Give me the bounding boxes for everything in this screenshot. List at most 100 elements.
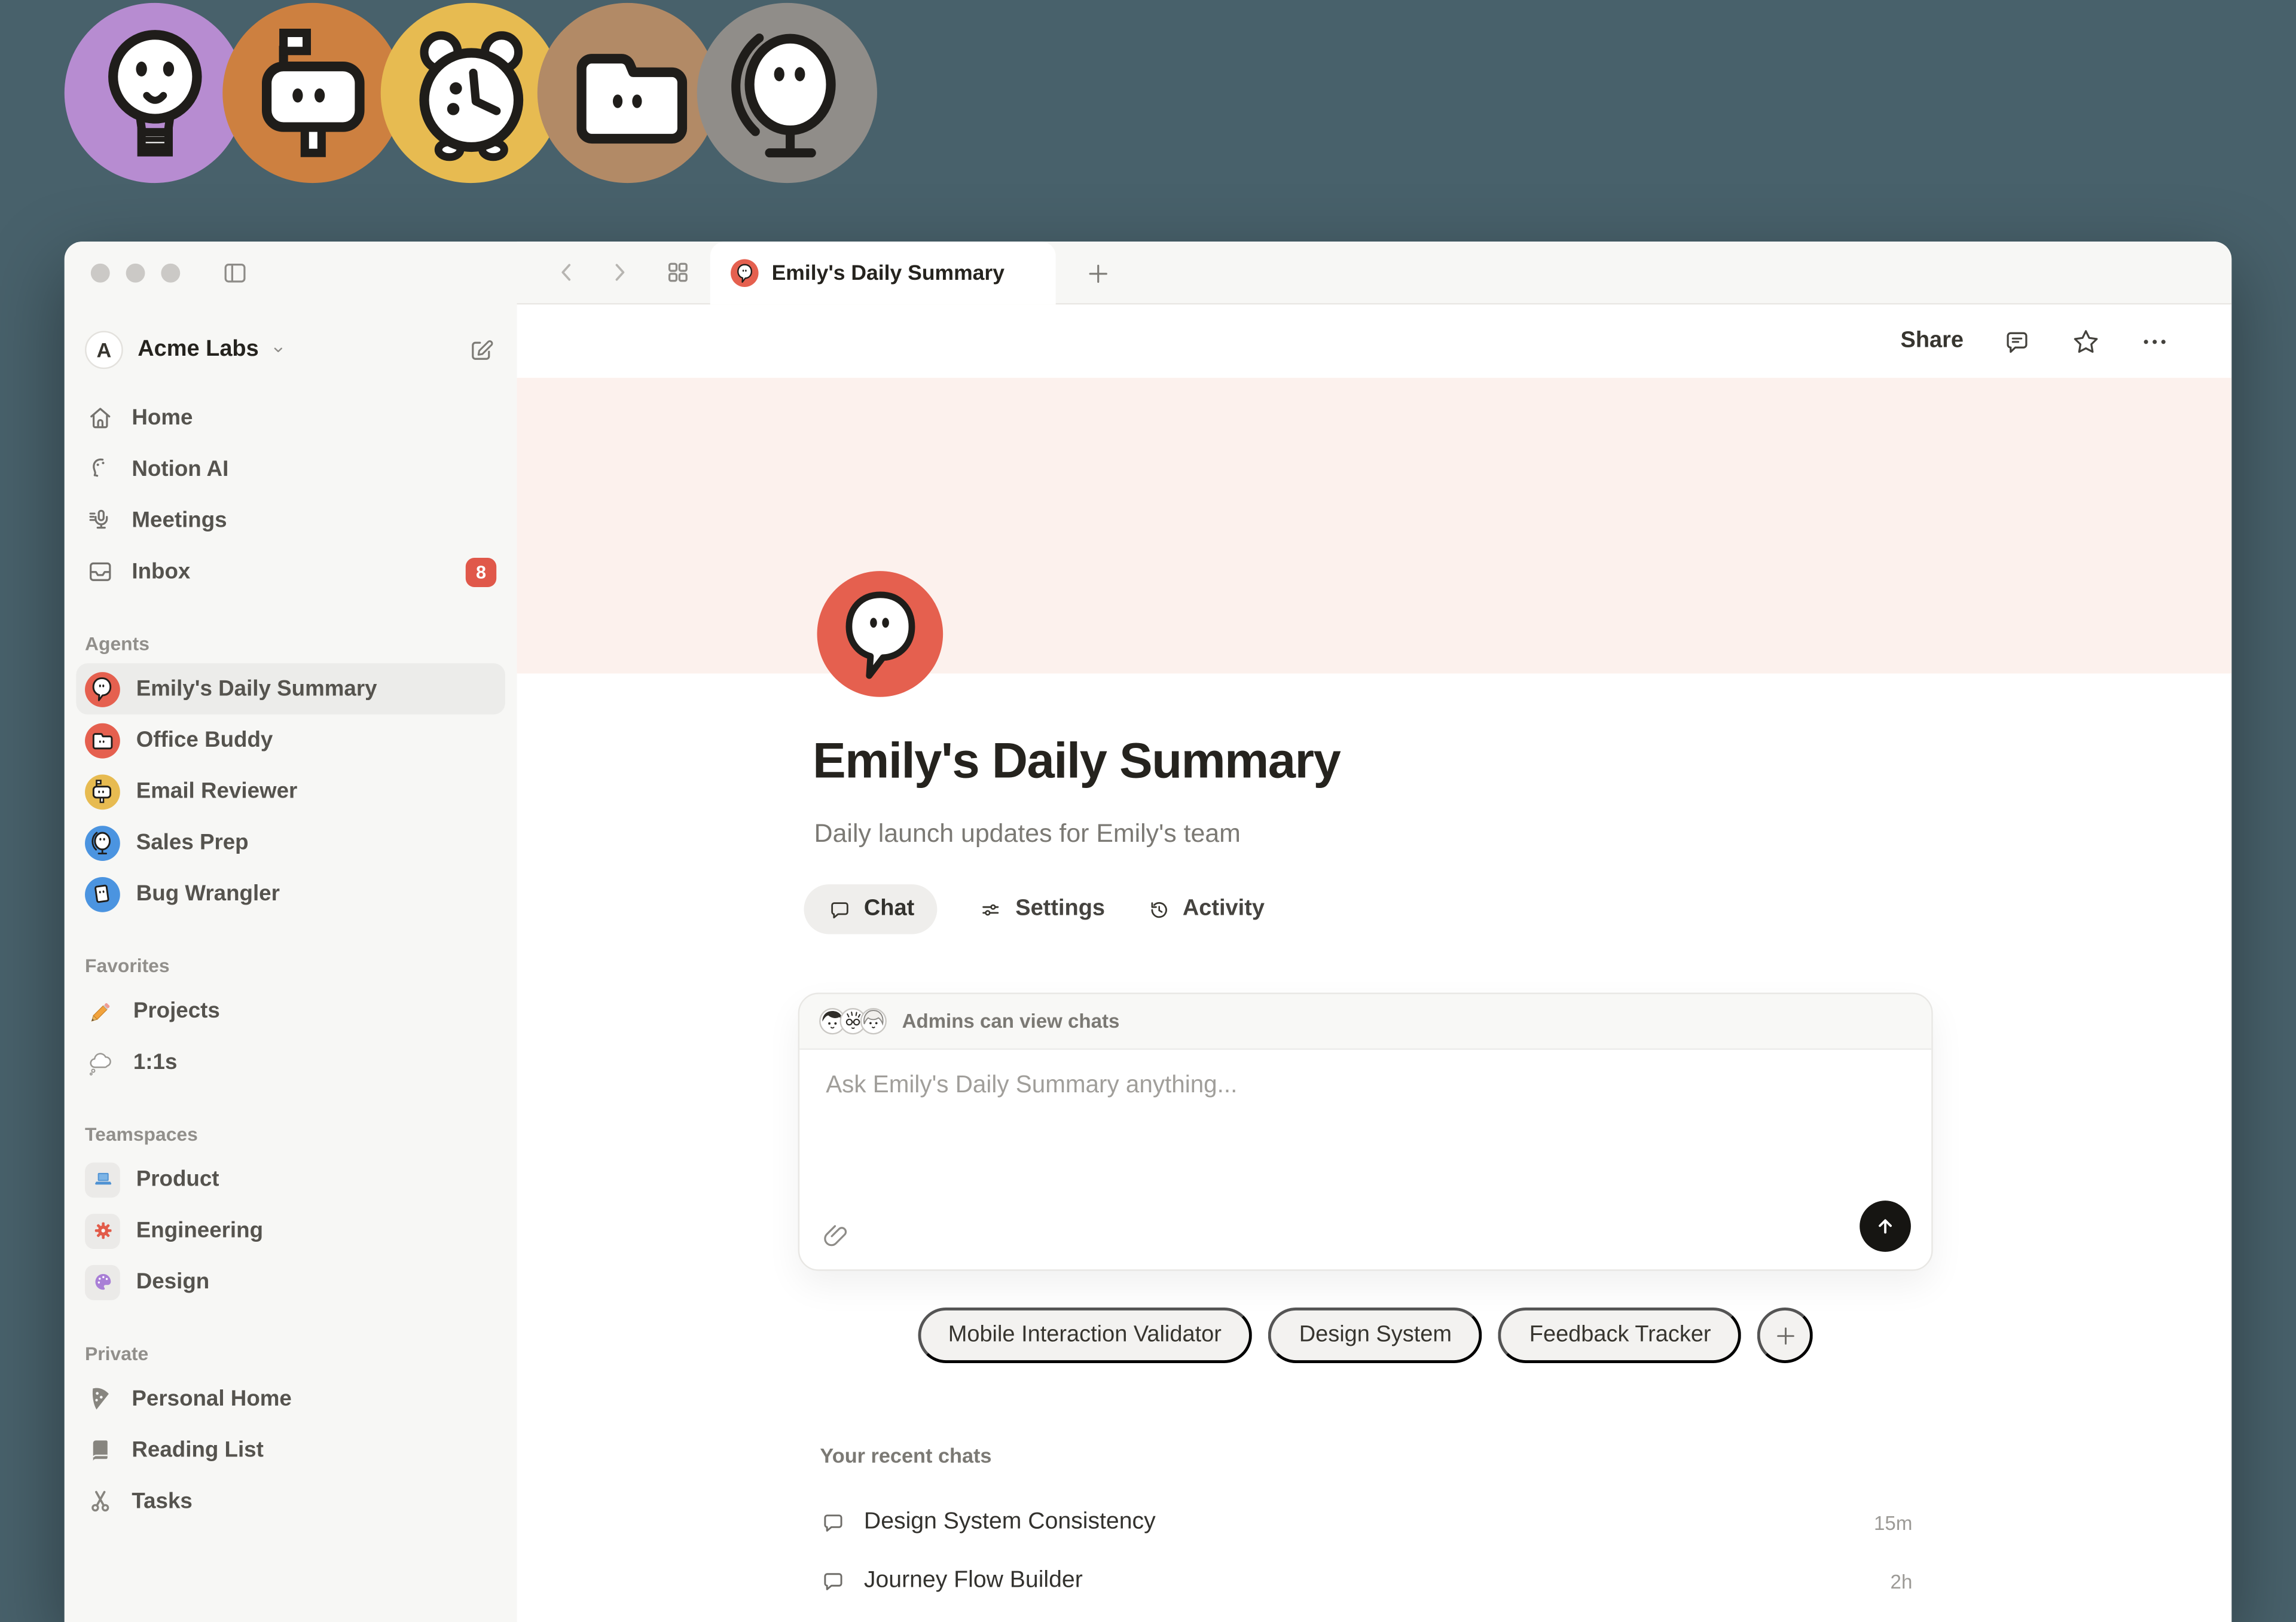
share-button[interactable]: Share xyxy=(1901,328,1964,355)
inbox-unread-badge: 8 xyxy=(466,557,496,587)
sidebar-item-label: Notion AI xyxy=(132,457,228,482)
chat-input[interactable] xyxy=(799,1050,1931,1184)
suggestion-chips: Mobile Interaction Validator Design Syst… xyxy=(798,1308,1933,1363)
recent-chat-row[interactable]: Journey Flow Builder 2h xyxy=(820,1553,1912,1609)
chat-input-zone xyxy=(799,1050,1931,1269)
folder-sticker xyxy=(538,3,718,183)
notion-window: A Acme Labs Home Notion AI xyxy=(65,242,2231,1622)
lightbulb-face-icon xyxy=(77,16,232,170)
chip-mobile-interaction-validator[interactable]: Mobile Interaction Validator xyxy=(917,1308,1252,1363)
recent-chat-time: 2h xyxy=(1891,1571,1913,1593)
page-cover[interactable] xyxy=(517,378,2231,674)
sidebar-toggle-icon[interactable] xyxy=(219,258,250,288)
scissors-icon xyxy=(85,1486,115,1517)
sidebar-item-label: Inbox xyxy=(132,560,190,585)
pizza-icon xyxy=(85,1383,115,1414)
tab-overview-icon[interactable] xyxy=(663,258,692,287)
sidebar-item-sales-prep[interactable]: Sales Prep xyxy=(76,817,505,869)
folder-face-icon xyxy=(550,16,705,170)
mailbox-face-icon xyxy=(235,16,390,170)
home-icon xyxy=(85,402,115,433)
admin-avatar xyxy=(860,1007,888,1035)
send-button[interactable] xyxy=(1860,1201,1911,1252)
window-controls xyxy=(65,242,517,304)
sidebar-item-1-1s[interactable]: 1:1s xyxy=(76,1037,505,1088)
book-icon xyxy=(85,1435,115,1465)
recent-chat-row[interactable]: Design System Consistency 15m xyxy=(820,1495,1912,1550)
sidebar-item-home[interactable]: Home xyxy=(76,392,505,444)
compose-icon[interactable] xyxy=(466,335,496,365)
sidebar-item-design[interactable]: Design xyxy=(76,1256,505,1308)
favorite-star-icon[interactable] xyxy=(2071,326,2101,356)
main-area: Emily's Daily Summary Share Emily's Dail… xyxy=(517,242,2231,1622)
page-title[interactable]: Emily's Daily Summary xyxy=(813,734,1340,791)
sidebar-item-email-reviewer[interactable]: Email Reviewer xyxy=(76,766,505,817)
plus-icon xyxy=(1773,1323,1799,1348)
sidebar-item-label: Office Buddy xyxy=(136,728,273,753)
globe-sticker xyxy=(697,3,877,183)
admin-note: Admins can view chats xyxy=(902,1010,1120,1033)
chip-feedback-tracker[interactable]: Feedback Tracker xyxy=(1498,1308,1742,1363)
traffic-light-minimize[interactable] xyxy=(126,264,145,283)
more-options-icon[interactable] xyxy=(2139,326,2170,356)
sidebar-item-label: Tasks xyxy=(132,1489,192,1514)
sidebar-item-office-buddy[interactable]: Office Buddy xyxy=(76,714,505,766)
agent-bubble-icon xyxy=(828,582,932,686)
section-label-favorites: Favorites xyxy=(85,955,496,977)
sidebar-item-projects[interactable]: Projects xyxy=(76,985,505,1037)
sidebar-item-label: Email Reviewer xyxy=(136,779,298,804)
page-content: Emily's Daily Summary Daily launch updat… xyxy=(517,378,2231,1622)
globe-face-icon xyxy=(710,16,865,170)
sidebar-item-label: Personal Home xyxy=(132,1386,291,1412)
sidebar-item-bug-wrangler[interactable]: Bug Wrangler xyxy=(76,868,505,920)
agent-avatar[interactable] xyxy=(817,571,944,697)
chat-bubble-icon xyxy=(828,897,853,922)
alarm-clock-sticker xyxy=(381,3,561,183)
chat-bubble-icon xyxy=(820,1568,846,1594)
recent-chat-title: Design System Consistency xyxy=(864,1510,1156,1536)
tab-emilys-daily-summary[interactable]: Emily's Daily Summary xyxy=(710,242,1056,304)
add-chip-button[interactable] xyxy=(1758,1308,1813,1363)
tab-label: Settings xyxy=(1015,896,1105,923)
new-tab-icon[interactable] xyxy=(1085,261,1112,287)
agent-mailbox-icon xyxy=(85,774,120,809)
chat-bubble-icon xyxy=(820,1510,846,1536)
traffic-light-close[interactable] xyxy=(91,264,110,283)
workspace-switcher[interactable]: A Acme Labs xyxy=(65,325,517,375)
sidebar-item-meetings[interactable]: Meetings xyxy=(76,495,505,546)
agent-folder-icon xyxy=(85,723,120,758)
inbox-icon xyxy=(85,557,115,587)
sidebar-item-tasks[interactable]: Tasks xyxy=(76,1476,505,1528)
sidebar: A Acme Labs Home Notion AI xyxy=(65,242,517,1622)
chip-design-system[interactable]: Design System xyxy=(1268,1308,1482,1363)
traffic-light-zoom[interactable] xyxy=(161,264,180,283)
sidebar-item-label: 1:1s xyxy=(133,1050,178,1075)
back-icon[interactable] xyxy=(552,258,581,287)
sidebar-item-label: Sales Prep xyxy=(136,830,249,856)
agent-bubble-icon xyxy=(85,671,120,707)
forward-icon[interactable] xyxy=(604,258,634,287)
tab-chat[interactable]: Chat xyxy=(804,884,938,934)
palette-icon xyxy=(85,1264,120,1300)
sidebar-item-product[interactable]: Product xyxy=(76,1154,505,1205)
pencil-icon xyxy=(85,995,117,1027)
page-subtitle[interactable]: Daily launch updates for Emily's team xyxy=(814,818,1241,849)
sidebar-item-label: Design xyxy=(136,1269,209,1294)
sidebar-item-personal-home[interactable]: Personal Home xyxy=(76,1373,505,1425)
sidebar-item-engineering[interactable]: Engineering xyxy=(76,1205,505,1257)
tab-activity[interactable]: Activity xyxy=(1146,896,1265,923)
sidebar-item-label: Product xyxy=(136,1167,219,1192)
tab-settings[interactable]: Settings xyxy=(979,896,1105,923)
sidebar-item-notion-ai[interactable]: Notion AI xyxy=(76,444,505,495)
sidebar-item-inbox[interactable]: Inbox 8 xyxy=(76,546,505,597)
desktop: A Acme Labs Home Notion AI xyxy=(0,0,2296,1622)
laptop-icon xyxy=(85,1162,120,1197)
sidebar-item-emilys-daily-summary[interactable]: Emily's Daily Summary xyxy=(76,663,505,714)
sidebar-item-reading-list[interactable]: Reading List xyxy=(76,1425,505,1476)
page-toolbar: Share xyxy=(517,304,2231,377)
recent-chat-title: Journey Flow Builder xyxy=(864,1568,1083,1594)
agent-globe-icon xyxy=(85,825,120,860)
comments-icon[interactable] xyxy=(2002,326,2032,356)
sidebar-nav: Home Notion AI Meetings Inbox 8 xyxy=(65,392,517,597)
attach-paperclip-icon[interactable] xyxy=(820,1221,850,1251)
